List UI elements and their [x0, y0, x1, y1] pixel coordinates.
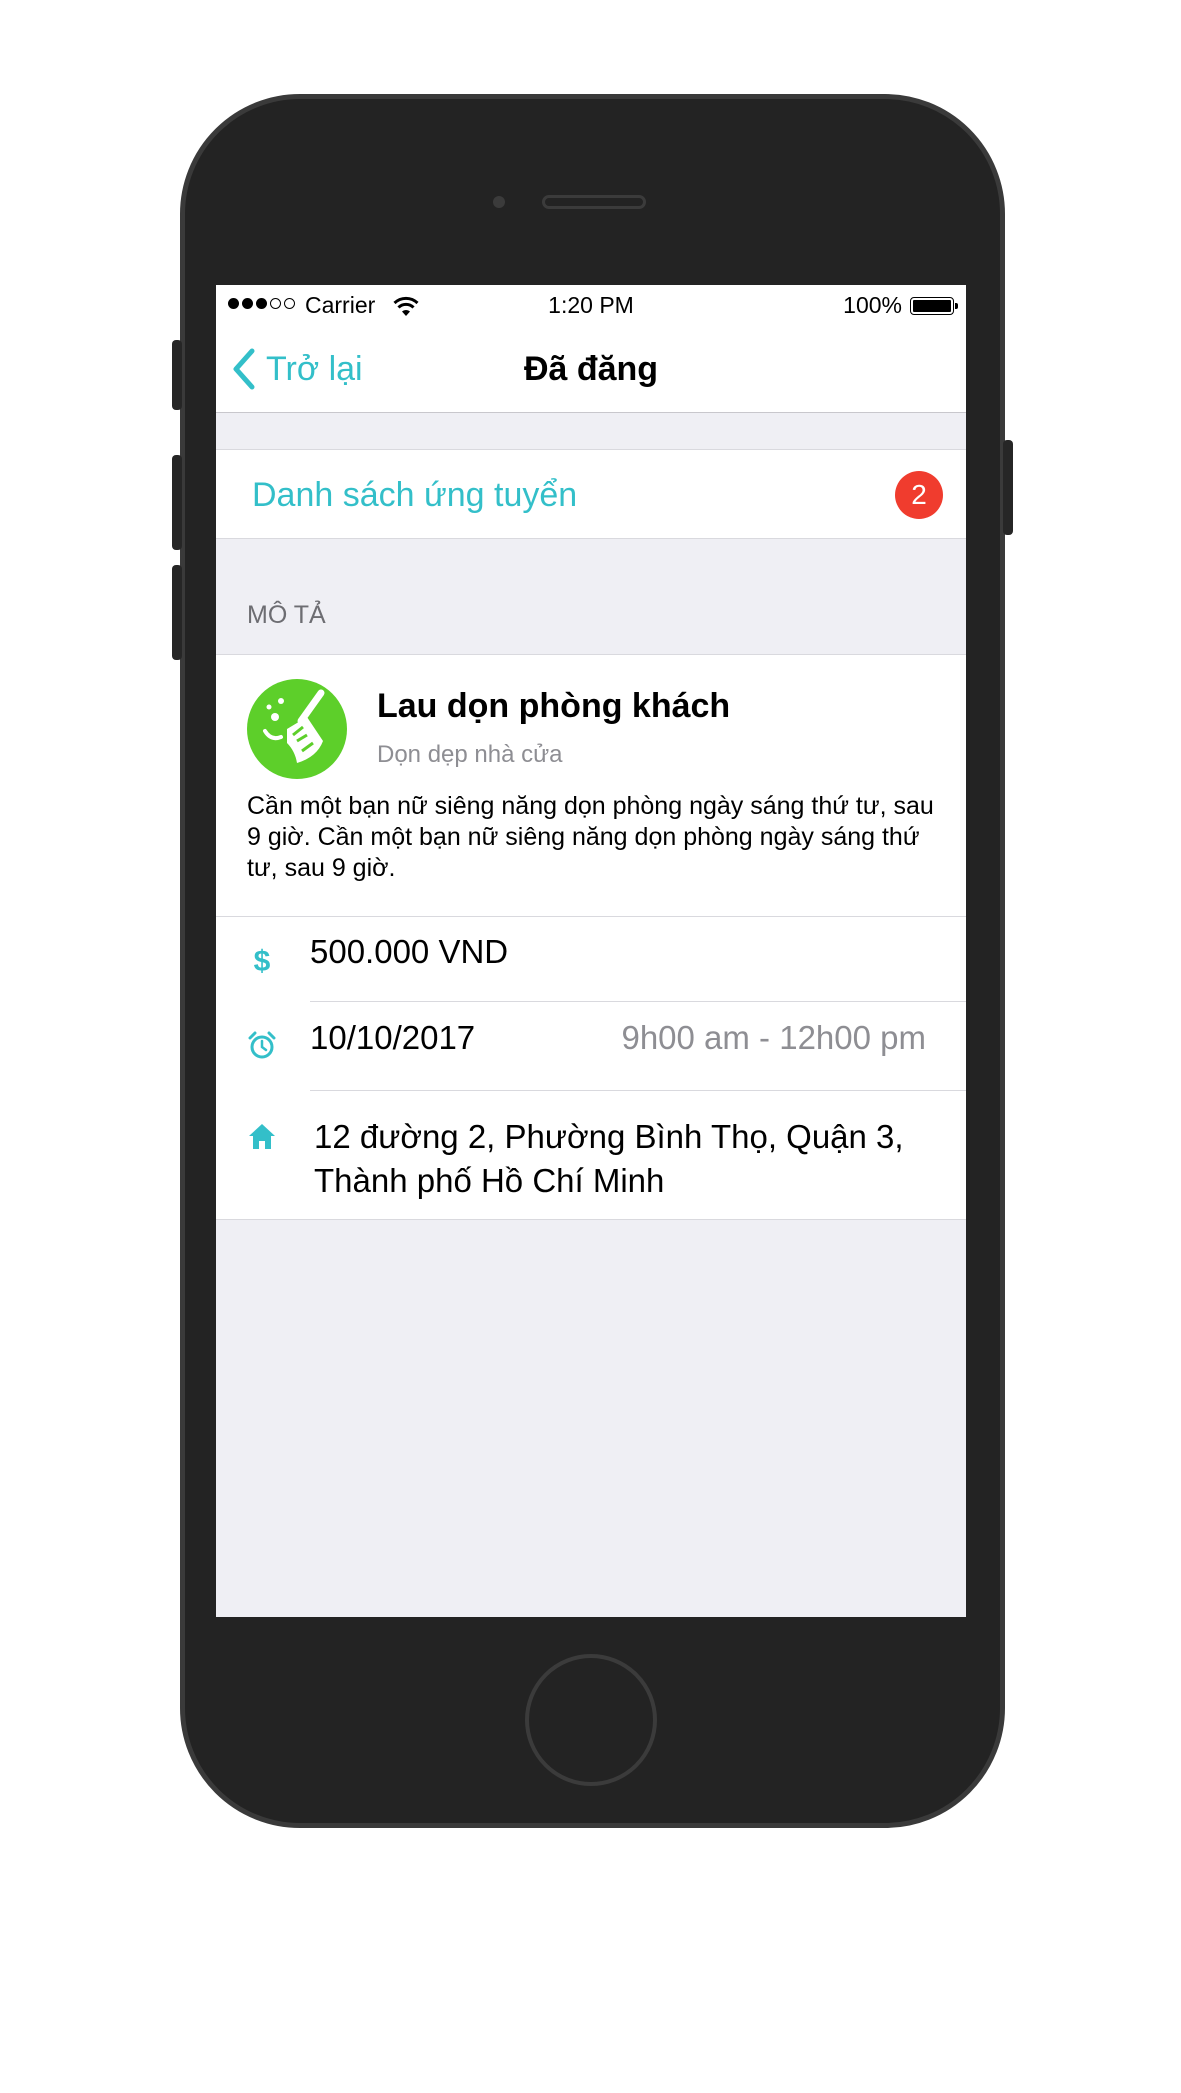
home-icon	[249, 1124, 275, 1149]
applicants-list-label: Danh sách ứng tuyển	[252, 476, 578, 514]
mute-switch	[172, 340, 182, 410]
task-date: 10/10/2017	[310, 1019, 476, 1056]
earpiece-speaker	[542, 195, 646, 209]
volume-down-button	[172, 565, 182, 660]
svg-text:$: $	[254, 945, 271, 975]
section-header-description: MÔ TẢ	[247, 601, 326, 629]
task-price: 500.000 VND	[310, 933, 509, 970]
task-description: Cần một bạn nữ siêng năng dọn phòng ngày…	[247, 792, 934, 882]
applicants-list-row[interactable]: Danh sách ứng tuyển 2	[216, 449, 966, 539]
task-time-range: 9h00 am - 12h00 pm	[621, 1019, 926, 1056]
alarm-clock-icon	[248, 1031, 276, 1059]
screen: Carrier 1:20 PM 100% Trở lại Đã đăng Dan…	[216, 285, 966, 1617]
applicants-count-badge: 2	[895, 471, 943, 519]
divider	[310, 1001, 966, 1002]
power-button	[1003, 440, 1013, 535]
battery-icon	[910, 297, 958, 315]
dollar-icon: $	[254, 945, 271, 975]
navigation-bar: Trở lại Đã đăng	[216, 325, 966, 413]
battery-percentage: 100%	[843, 292, 902, 318]
broom-icon	[247, 679, 347, 779]
status-bar: Carrier 1:20 PM 100%	[216, 285, 966, 325]
task-title: Lau dọn phòng khách	[377, 687, 731, 725]
divider	[216, 916, 966, 917]
task-category: Dọn dẹp nhà cửa	[377, 741, 563, 768]
task-detail-card: Lau dọn phòng khách Dọn dẹp nhà cửa Cần …	[216, 654, 966, 1220]
volume-up-button	[172, 455, 182, 550]
divider	[310, 1090, 966, 1091]
front-camera	[493, 196, 505, 208]
task-address: 12 đường 2, Phường Bình Thọ, Quận 3, Thà…	[314, 1118, 904, 1199]
home-button[interactable]	[525, 1654, 657, 1786]
page-title: Đã đăng	[523, 350, 659, 388]
